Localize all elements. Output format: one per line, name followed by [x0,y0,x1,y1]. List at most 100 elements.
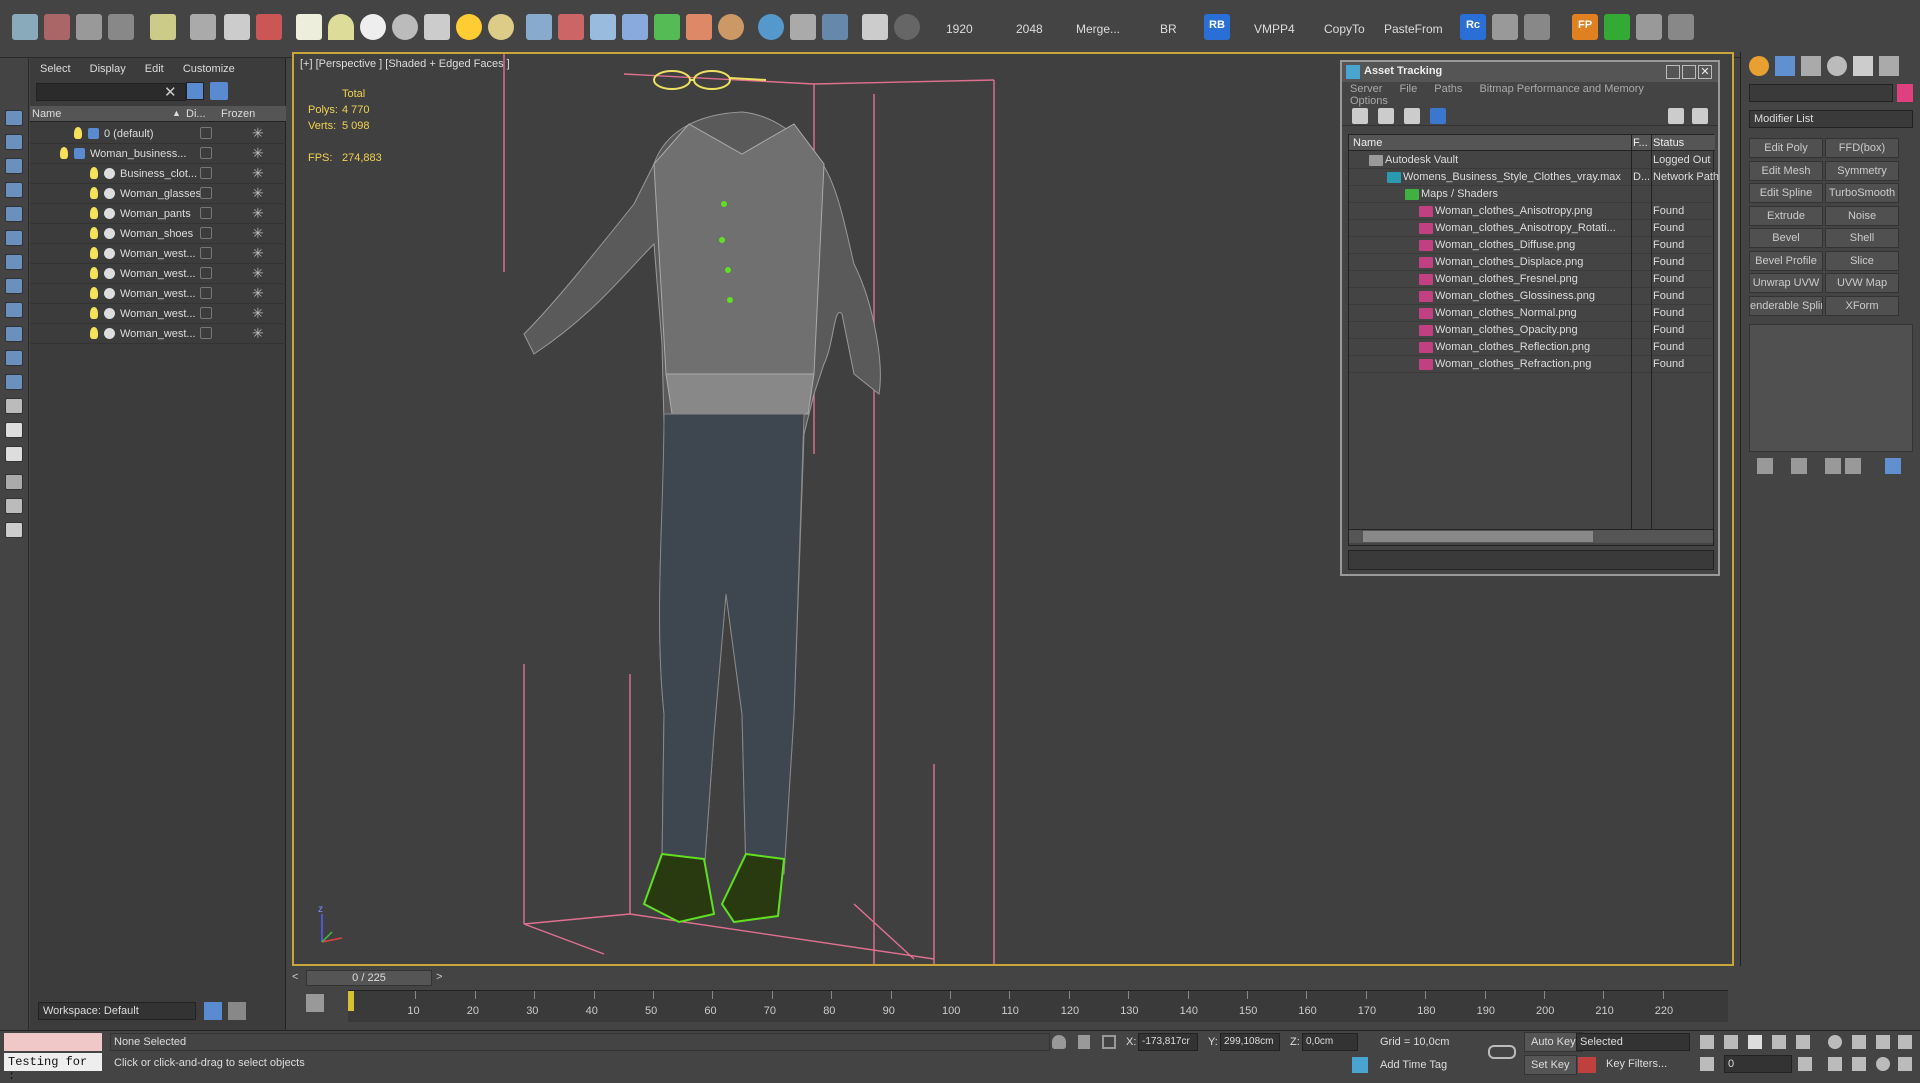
freeze-toggle-icon[interactable]: ✳ [252,245,264,262]
display-toggle-icon[interactable] [200,287,212,299]
layers-icon[interactable] [862,14,888,40]
plane-icon[interactable] [488,14,514,40]
plant-icon[interactable] [654,14,680,40]
y-coordinate[interactable]: 299,108cm [1220,1033,1280,1051]
at-menu-server[interactable]: Server [1350,83,1382,95]
at-menu-paths[interactable]: Paths [1434,83,1462,95]
display-toggle-icon[interactable] [200,247,212,259]
sprinkle-icon[interactable] [686,14,712,40]
freeze-toggle-icon[interactable]: ✳ [252,285,264,302]
frame-icon[interactable] [790,14,816,40]
vault-icon[interactable] [1692,108,1708,124]
modifier-button[interactable]: Edit Spline [1749,183,1823,203]
freeze-toggle-icon[interactable]: ✳ [252,305,264,322]
light-bulb-icon[interactable] [90,287,98,299]
pan-icon[interactable] [1852,1057,1866,1071]
tree-icon[interactable] [1604,14,1630,40]
minimize-icon[interactable] [1666,65,1680,79]
at-menu-bitmap[interactable]: Bitmap Performance and Memory [1479,83,1643,95]
time-config-icon[interactable] [1798,1057,1812,1071]
freeze-toggle-icon[interactable]: ✳ [252,225,264,242]
freeze-toggle-icon[interactable]: ✳ [252,325,264,342]
box-icon[interactable] [296,14,322,40]
link-icon[interactable] [190,14,216,40]
create-tab-icon[interactable] [1749,56,1769,76]
key-mode-dropdown[interactable]: Selected [1576,1033,1690,1051]
modifier-button[interactable]: FFD(box) [1825,138,1899,158]
z-coordinate[interactable]: 0,0cm [1302,1033,1358,1051]
menu-select[interactable]: Select [40,63,71,75]
object-color-swatch[interactable] [1897,84,1913,102]
light-bulb-icon[interactable] [90,327,98,339]
lock-icon[interactable] [1078,1035,1090,1049]
light-bulb-icon[interactable] [90,207,98,219]
layer-manager-icon[interactable] [204,1002,222,1020]
modifier-button[interactable]: TurboSmooth [1825,183,1899,203]
freeze-toggle-icon[interactable]: ✳ [252,205,264,222]
strip-icon-4[interactable] [5,182,23,198]
strip-icon-15[interactable] [5,446,23,462]
render-setup-icon[interactable] [44,14,70,40]
modifier-stack[interactable] [1749,324,1913,452]
maximize-viewport-icon[interactable] [1898,1057,1912,1071]
go-to-start-icon[interactable] [1700,1035,1714,1049]
scene-row[interactable]: Woman_shoes ✳ [30,224,286,244]
default-tangent-icon[interactable] [1578,1057,1596,1073]
funnel-icon[interactable] [5,474,23,490]
zoom-icon[interactable] [1828,1035,1842,1049]
display-toggle-icon[interactable] [200,327,212,339]
scene-row[interactable]: Woman_west... ✳ [30,304,286,324]
table3-icon[interactable] [1668,14,1694,40]
scatter-icon[interactable] [590,14,616,40]
time-tag-icon[interactable] [1352,1057,1368,1073]
cone-icon[interactable] [424,14,450,40]
timeline-track[interactable]: 10 20 30 40 50 60 70 80 90 100 110 120 130 140 150 160 1… [348,990,1728,1022]
table-view-icon[interactable] [1404,108,1420,124]
light-bulb-icon[interactable] [90,247,98,259]
modifier-button[interactable]: UVW Map [1825,273,1899,293]
toolbar-merge[interactable]: Merge... [1076,22,1120,36]
scene-row[interactable]: Woman_pants ✳ [30,204,286,224]
show-end-result-icon[interactable] [1791,458,1807,474]
display-toggle-icon[interactable] [200,307,212,319]
asset-row[interactable]: Woman_clothes_Displace.png Found [1349,254,1715,271]
asset-row[interactable]: Womens_Business_Style_Clothes_vray.max D.… [1349,169,1719,186]
horizontal-scrollbar[interactable] [1349,529,1713,543]
freeze-toggle-icon[interactable]: ✳ [252,125,264,142]
asset-row[interactable]: Woman_clothes_Refraction.png Found [1349,356,1715,373]
toolbar-1920[interactable]: 1920 [946,22,973,36]
strip-icon-10[interactable] [5,326,23,342]
prev-frame-icon[interactable]: < [292,971,298,983]
light-bulb-icon[interactable] [74,127,82,139]
modifier-button[interactable]: Slice [1825,250,1899,271]
modifier-button[interactable]: Extrude [1749,205,1823,226]
next-key-icon[interactable] [1772,1035,1786,1049]
workspace-dropdown[interactable]: Workspace: Default [38,1002,196,1020]
strip-icon-14[interactable] [5,422,23,438]
strip-icon-3[interactable] [5,158,23,174]
asset-row[interactable]: Woman_clothes_Reflection.png Found [1349,339,1715,356]
maximize-icon[interactable] [1682,65,1696,79]
asset-row[interactable]: Maps / Shaders [1349,186,1715,203]
time-cursor[interactable] [348,991,354,1011]
gear-icon[interactable] [622,14,648,40]
strip-icon-9[interactable] [5,302,23,318]
grid-view-icon[interactable] [1430,108,1446,124]
refresh-icon[interactable] [1352,108,1368,124]
modifier-button[interactable]: Bevel Profile [1749,250,1823,271]
key-filters-button[interactable]: Key Filters... [1600,1055,1674,1075]
light-bulb-icon[interactable] [90,227,98,239]
teapot-icon[interactable] [224,14,250,40]
col-name[interactable]: Name [1353,137,1382,149]
modifier-list-dropdown[interactable]: Modifier List [1749,110,1913,128]
scene-row[interactable]: Business_clot... ✳ [30,164,286,184]
light-bulb-icon[interactable] [90,167,98,179]
motion-tab-icon[interactable] [1827,56,1847,76]
freeze-toggle-icon[interactable]: ✳ [252,185,264,202]
close-icon[interactable]: ✕ [1698,65,1712,79]
list-view-icon[interactable] [1378,108,1394,124]
at-menu-options[interactable]: Options [1350,95,1388,107]
strip-icon-1[interactable] [5,110,23,126]
freeze-toggle-icon[interactable]: ✳ [252,145,264,162]
sun-icon[interactable] [456,14,482,40]
